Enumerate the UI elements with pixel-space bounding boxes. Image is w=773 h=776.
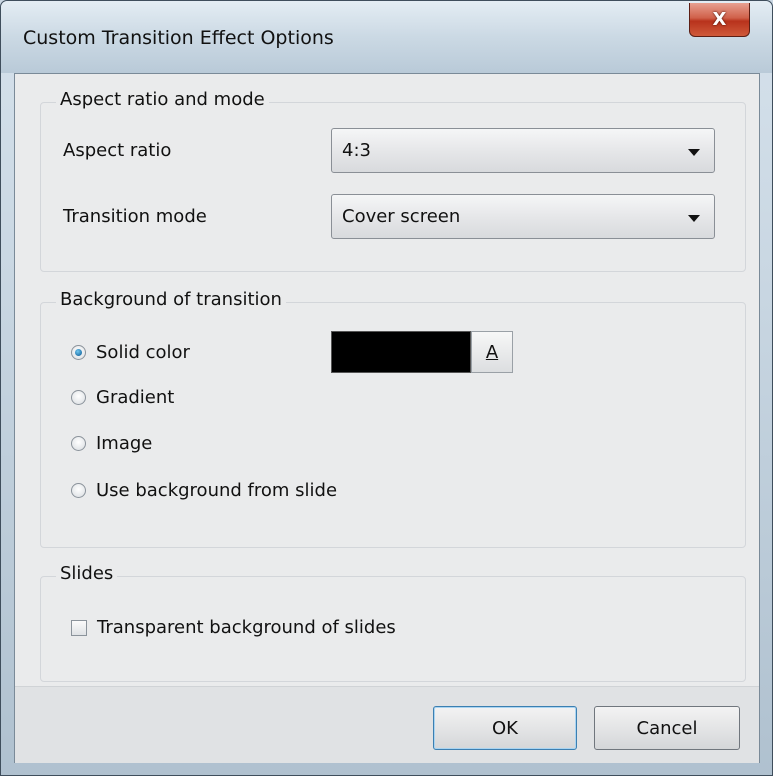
transparent-background-label: Transparent background of slides: [97, 617, 396, 638]
transition-mode-value: Cover screen: [342, 206, 461, 227]
transparent-background-checkbox[interactable]: [71, 619, 87, 636]
chevron-down-icon: [688, 215, 700, 222]
transparent-background-checkbox-row[interactable]: Transparent background of slides: [71, 617, 396, 638]
radio-solid-color[interactable]: Solid color: [71, 342, 190, 363]
title-bar[interactable]: Custom Transition Effect Options X: [1, 1, 772, 73]
radio-image[interactable]: Image: [71, 433, 152, 454]
slides-group-legend: Slides: [56, 563, 118, 584]
radio-button[interactable]: [71, 483, 86, 498]
transition-mode-dropdown[interactable]: Cover screen: [331, 194, 715, 239]
close-button[interactable]: X: [689, 3, 750, 37]
background-group-legend: Background of transition: [56, 289, 286, 310]
radio-label: Solid color: [96, 342, 190, 363]
aspect-ratio-dropdown[interactable]: 4:3: [331, 128, 715, 173]
color-picker-label: A: [485, 341, 499, 363]
ok-button[interactable]: OK: [433, 706, 577, 750]
color-picker-button[interactable]: A: [471, 331, 513, 373]
dialog-window: Custom Transition Effect Options X Aspec…: [0, 0, 773, 776]
radio-label: Use background from slide: [96, 480, 338, 501]
dialog-footer: OK Cancel: [15, 686, 759, 763]
dialog-client-area: Aspect ratio and mode Aspect ratio 4:3 T…: [14, 73, 760, 763]
radio-label: Image: [96, 433, 153, 454]
color-swatch[interactable]: [331, 331, 471, 373]
close-icon: X: [712, 9, 727, 30]
radio-button[interactable]: [71, 390, 86, 405]
aspect-ratio-value: 4:3: [342, 140, 371, 161]
aspect-ratio-label: Aspect ratio: [63, 140, 172, 161]
radio-label: Gradient: [96, 387, 175, 408]
radio-use-background-from-slide[interactable]: Use background from slide: [71, 480, 337, 501]
aspect-ratio-group-legend: Aspect ratio and mode: [56, 89, 269, 110]
transition-mode-label: Transition mode: [63, 206, 207, 227]
radio-button[interactable]: [71, 436, 86, 451]
chevron-down-icon: [688, 149, 700, 156]
radio-gradient[interactable]: Gradient: [71, 387, 174, 408]
window-title: Custom Transition Effect Options: [23, 27, 334, 49]
cancel-button[interactable]: Cancel: [594, 706, 740, 750]
radio-button-checked[interactable]: [71, 345, 86, 360]
